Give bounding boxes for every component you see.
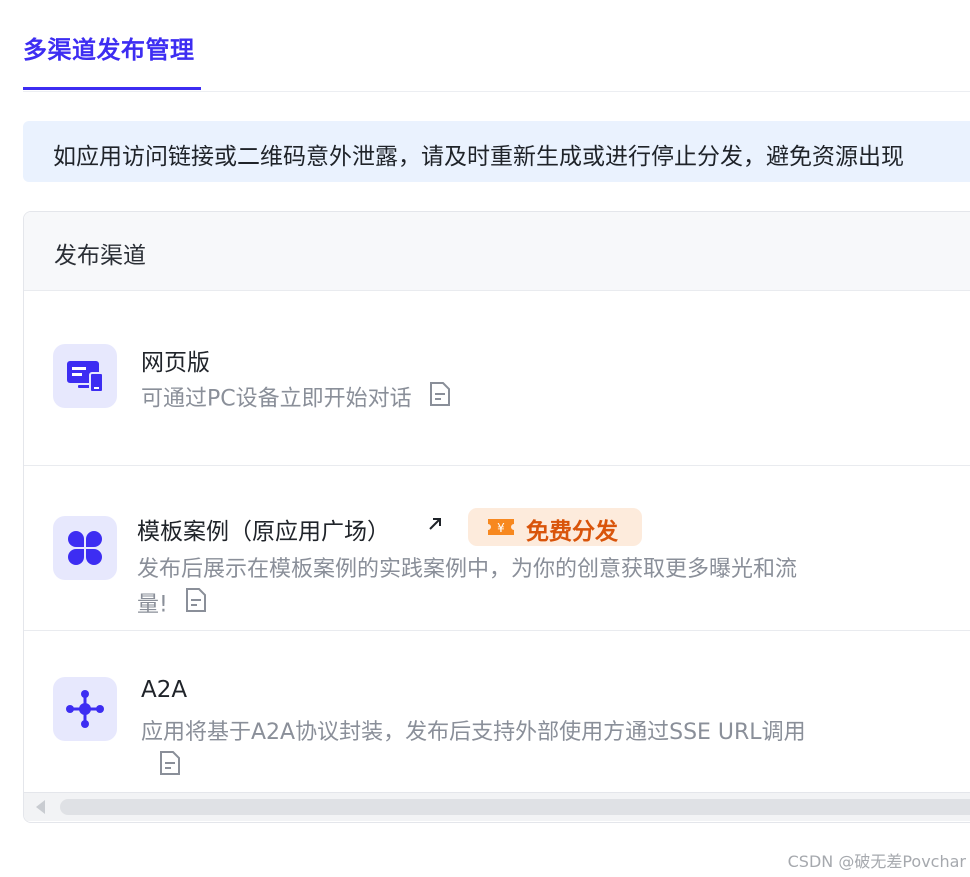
channel-description: 应用将基于A2A协议封装，发布后支持外部使用方通过SSE URL调用 xyxy=(141,720,806,745)
panel-header: 发布渠道 xyxy=(24,212,970,291)
channel-description: 可通过PC设备立即开始对话 xyxy=(141,386,412,412)
channel-description: 发布后展示在模板案例的实践案例中，为你的创意获取更多曝光和流 xyxy=(137,557,798,582)
watermark: CSDN @破无差Povchar xyxy=(787,852,966,871)
notice-text: 如应用访问链接或二维码意外泄露，请及时重新生成或进行停止分发，避免资源出现 xyxy=(53,144,904,170)
monitor-icon xyxy=(53,344,117,408)
panel-title: 发布渠道 xyxy=(54,243,146,269)
notice-banner: 如应用访问链接或二维码意外泄露，请及时重新生成或进行停止分发，避免资源出现 xyxy=(23,121,970,182)
horizontal-scrollbar[interactable] xyxy=(24,792,970,821)
channel-description-cont: 量! xyxy=(137,592,168,618)
scrollbar-thumb[interactable] xyxy=(60,799,970,815)
document-icon[interactable] xyxy=(159,750,181,787)
channel-row-a2a[interactable]: A2A 应用将基于A2A协议封装，发布后支持外部使用方通过SSE URL调用 xyxy=(24,631,970,792)
coupon-icon: ¥ xyxy=(486,515,516,543)
free-distribution-badge: ¥ 免费分发 xyxy=(468,508,642,546)
svg-text:¥: ¥ xyxy=(497,521,505,535)
channel-panel: 发布渠道 网页版 可通过PC设备立即开始对话 模板案例（原应用广场） ¥ 免费分… xyxy=(23,211,970,823)
grid-clover-icon xyxy=(53,516,117,580)
badge-label: 免费分发 xyxy=(526,519,618,545)
tab-bar: 多渠道发布管理 xyxy=(23,0,970,92)
channel-row-web[interactable]: 网页版 可通过PC设备立即开始对话 xyxy=(24,291,970,466)
channel-title: 网页版 xyxy=(141,350,210,376)
document-icon[interactable] xyxy=(185,587,207,624)
network-node-icon xyxy=(53,677,117,741)
channel-row-template[interactable]: 模板案例（原应用广场） ¥ 免费分发 发布后展示在模板案例的实践案例中，为你的创… xyxy=(24,466,970,631)
channel-title: A2A xyxy=(141,677,188,703)
tab-multichannel-publish[interactable]: 多渠道发布管理 xyxy=(23,30,201,90)
scroll-left-icon[interactable] xyxy=(36,800,45,814)
external-link-icon[interactable] xyxy=(427,516,443,536)
document-icon[interactable] xyxy=(429,381,451,418)
channel-title: 模板案例（原应用广场） xyxy=(137,519,390,545)
